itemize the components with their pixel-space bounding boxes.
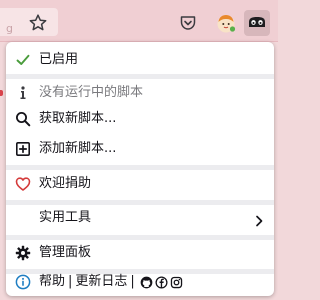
menu-item-enabled-label: 已启用 [39, 52, 79, 67]
menu-item-utilities[interactable]: 实用工具 [6, 205, 274, 231]
help-link[interactable]: 帮助 [39, 274, 65, 290]
menu-item-dashboard[interactable]: 管理面板 [6, 240, 274, 266]
footer-separator: | [130, 274, 135, 289]
chevron-right-icon [254, 212, 264, 227]
violentmonkey-icon[interactable] [244, 10, 270, 36]
menu-item-no-scripts: 没有运行中的脚本 [6, 80, 274, 106]
footer-links: 帮助 | 更新日志 | [39, 274, 183, 290]
social-links [140, 275, 183, 289]
facebook-icon[interactable] [155, 275, 168, 289]
menu-item-get-scripts[interactable]: 获取新脚本... [6, 106, 274, 132]
browser-toolbar: g [0, 0, 278, 42]
github-icon[interactable] [140, 276, 153, 289]
menu-item-donate[interactable]: 欢迎捐助 [6, 171, 274, 197]
violentmonkey-popup: 已启用 没有运行中的脚本 获取新脚本... 添加新脚本... 欢迎捐助 实用工具… [6, 42, 274, 296]
check-icon [14, 51, 32, 69]
add-box-icon [14, 140, 32, 158]
instagram-icon[interactable] [170, 276, 183, 289]
gear-icon [14, 244, 32, 262]
changelog-link[interactable]: 更新日志 [75, 274, 127, 290]
page-edge-marker [0, 90, 3, 96]
menu-item-no-scripts-label: 没有运行中的脚本 [39, 85, 144, 100]
menu-item-donate-label: 欢迎捐助 [39, 176, 92, 191]
footer-separator: | [68, 274, 73, 289]
info-circle-icon [14, 273, 32, 291]
info-icon [14, 84, 32, 102]
menu-footer: 帮助 | 更新日志 | [6, 269, 274, 295]
heart-icon [14, 175, 32, 193]
fox-avatar-icon[interactable] [215, 12, 237, 34]
search-icon [14, 110, 32, 128]
menu-separator [6, 165, 274, 170]
menu-item-get-scripts-label: 获取新脚本... [39, 111, 117, 126]
menu-item-enabled[interactable]: 已启用 [6, 47, 274, 73]
menu-item-dashboard-label: 管理面板 [39, 245, 92, 260]
menu-item-utilities-label: 实用工具 [39, 210, 92, 225]
menu-separator [6, 74, 274, 79]
menu-item-add-script-label: 添加新脚本... [39, 141, 117, 156]
url-bar-text: g [6, 22, 13, 35]
menu-item-add-script[interactable]: 添加新脚本... [6, 136, 274, 162]
pocket-icon[interactable] [179, 14, 197, 32]
star-icon[interactable] [28, 13, 48, 33]
